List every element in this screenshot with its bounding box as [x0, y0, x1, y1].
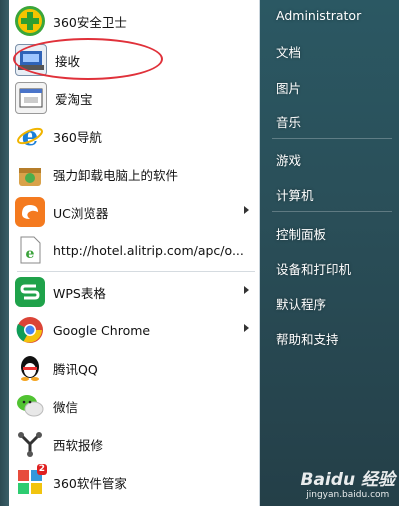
menu-item-wechat[interactable]: 微信 — [9, 387, 259, 425]
places-separator — [272, 211, 392, 212]
svg-text:e: e — [26, 246, 35, 262]
places-item-pictures[interactable]: 图片 — [276, 78, 301, 97]
places-item-games[interactable]: 游戏 — [276, 150, 301, 169]
places-item-default-programs[interactable]: 默认程序 — [276, 294, 326, 313]
aitaobao-icon — [15, 82, 47, 114]
menu-item-360-software[interactable]: 2 360软件管家 — [9, 463, 259, 501]
places-item-control-panel[interactable]: 控制面板 — [276, 224, 326, 243]
places-item-devices-printers[interactable]: 设备和打印机 — [276, 259, 351, 278]
red-highlight-ellipse — [13, 38, 163, 80]
qq-icon — [15, 353, 45, 383]
uninstall-icon — [15, 159, 45, 189]
start-menu-places-panel: Administrator 文档 图片 音乐 游戏 计算机 控制面板 设备和打印… — [260, 0, 405, 506]
baidu-watermark: Baidu 经验 jingyan.baidu.com — [301, 465, 395, 500]
menu-item-uc-browser[interactable]: UC浏览器 — [9, 193, 259, 231]
360-safe-icon — [15, 6, 45, 36]
chrome-icon — [15, 315, 45, 345]
places-item-music[interactable]: 音乐 — [276, 112, 301, 131]
menu-item-label: 360软件管家 — [53, 475, 127, 491]
watermark-url: jingyan.baidu.com — [306, 490, 390, 500]
menu-item-label: UC浏览器 — [53, 205, 109, 221]
submenu-arrow-icon[interactable] — [244, 206, 249, 214]
svg-text:e: e — [22, 122, 39, 150]
submenu-arrow-icon[interactable] — [244, 324, 249, 332]
places-item-computer[interactable]: 计算机 — [276, 185, 314, 204]
menu-item-uninstall[interactable]: 强力卸载电脑上的软件 — [9, 155, 259, 193]
places-item-help-support[interactable]: 帮助和支持 — [276, 329, 339, 348]
places-separator — [272, 138, 392, 139]
menu-item-xiruan[interactable]: 西软报修 — [9, 425, 259, 463]
menu-item-label: WPS表格 — [53, 285, 106, 301]
uc-browser-icon — [15, 197, 45, 227]
menu-item-aitaobao[interactable]: 爱淘宝 — [9, 79, 259, 117]
window-frame-strip — [0, 0, 9, 506]
menu-item-chrome[interactable]: Google Chrome — [9, 311, 259, 349]
menu-item-wps[interactable]: WPS表格 — [9, 273, 259, 311]
360-software-icon: 2 — [15, 464, 47, 497]
start-menu-programs-panel: 360安全卫士 接收 爱淘宝 e 360导航 强力卸载电脑上的软件 UC浏览器 — [9, 0, 260, 506]
menu-item-label: 腾讯QQ — [53, 361, 98, 377]
submenu-arrow-icon[interactable] — [244, 286, 249, 294]
menu-item-label: 360导航 — [53, 129, 102, 145]
menu-item-label: Google Chrome — [53, 322, 151, 338]
menu-item-web-link[interactable]: e http://hotel.alitrip.com/apc/o... — [9, 231, 259, 269]
badge-count: 2 — [36, 464, 47, 475]
menu-item-label: 爱淘宝 — [55, 91, 93, 107]
ie-icon: e — [15, 121, 45, 151]
wechat-icon — [15, 391, 45, 421]
menu-item-label: 360安全卫士 — [53, 14, 127, 30]
wps-icon — [15, 277, 45, 307]
menu-separator — [17, 271, 255, 272]
web-link-icon: e — [15, 235, 45, 265]
menu-item-label: http://hotel.alitrip.com/apc/o... — [53, 242, 244, 258]
menu-item-qq[interactable]: 腾讯QQ — [9, 349, 259, 387]
menu-item-label: 西软报修 — [53, 437, 104, 453]
menu-item-360-nav[interactable]: e 360导航 — [9, 117, 259, 155]
menu-item-360-safe[interactable]: 360安全卫士 — [9, 2, 259, 40]
places-item-documents[interactable]: 文档 — [276, 42, 301, 61]
places-item-administrator[interactable]: Administrator — [276, 8, 361, 23]
xiruan-icon — [15, 429, 45, 459]
menu-item-label: 强力卸载电脑上的软件 — [53, 167, 179, 183]
menu-item-label: 微信 — [53, 399, 79, 415]
watermark-logo: Baidu 经验 — [300, 470, 395, 490]
